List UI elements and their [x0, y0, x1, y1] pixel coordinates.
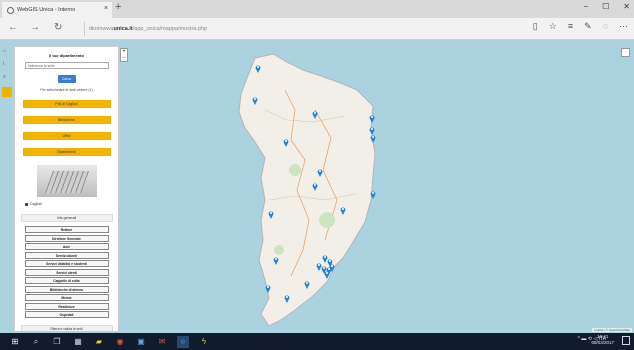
new-tab-button[interactable]: + — [115, 1, 121, 13]
page-favicon-icon — [7, 6, 14, 14]
map-marker[interactable] — [370, 134, 376, 143]
browser-tab[interactable]: WebGIS Unica - Interno × — [2, 2, 112, 18]
more-icon[interactable]: ⋯ — [619, 21, 628, 32]
category-button[interactable]: Uffici — [22, 132, 111, 140]
browser-window: WebGIS Unica - Interno × + − ☐ ✕ ← → ↻ d… — [0, 0, 634, 350]
map-attribution: Leaflet | © OpenStreetMap — [592, 328, 632, 332]
url-host: unica.it — [113, 26, 133, 32]
url-prefix: diorinwwa — [89, 26, 114, 32]
section-header: Info generali — [20, 214, 113, 222]
map-marker[interactable] — [284, 294, 290, 303]
tab-close-icon[interactable]: × — [104, 5, 108, 12]
mail-icon[interactable]: ✉ — [156, 336, 168, 348]
map-marker[interactable] — [304, 280, 310, 289]
reading-view-icon[interactable]: ▯ — [533, 21, 538, 32]
site-photo — [36, 165, 97, 197]
map-marker[interactable] — [265, 284, 271, 293]
store-icon[interactable]: ▣ — [135, 336, 147, 348]
layer-list: Rettore Direttore Generale Aule Servizi … — [15, 226, 118, 318]
navigation-bar: ← → ↻ diorinwwa unica.it/app_unica/mappa/… — [0, 18, 634, 40]
category-button[interactable]: Biblioteche — [22, 116, 111, 124]
search-panel: Il tuo dipartimento Seleziona la sede Ce… — [14, 46, 119, 332]
layer-button[interactable]: Direttore Generale — [24, 234, 109, 242]
start-icon[interactable]: ⊞ — [9, 336, 21, 348]
zoom-out-button[interactable]: − — [121, 55, 127, 61]
forward-button[interactable]: → — [30, 22, 40, 33]
share-icon[interactable]: ◌ — [603, 21, 608, 32]
layer-button[interactable]: Servizi utenti — [24, 268, 109, 276]
list-icon[interactable]: ≡ — [3, 74, 9, 80]
maximize-button[interactable]: ☐ — [602, 2, 609, 11]
map-marker[interactable] — [324, 270, 330, 279]
refresh-button[interactable]: ↻ — [54, 22, 62, 33]
close-window-button[interactable]: ✕ — [623, 2, 630, 11]
layers-toggle-icon[interactable] — [621, 48, 630, 57]
zoom-control: + − — [120, 48, 128, 62]
notes-icon[interactable]: ✎ — [584, 21, 592, 32]
title-bar: WebGIS Unica - Interno × + − ☐ ✕ — [0, 0, 634, 18]
photo-checkbox[interactable]: Cagliari — [25, 202, 118, 206]
panel-footer-button[interactable]: Rileva e valuta le sedi — [20, 325, 113, 331]
layer-button[interactable]: Residenze — [24, 302, 109, 310]
search-panel-icon[interactable] — [2, 87, 12, 97]
home-icon[interactable]: ⌂ — [3, 48, 9, 54]
map-marker[interactable] — [255, 64, 261, 73]
map-marker[interactable] — [317, 168, 323, 177]
info-icon[interactable]: i — [3, 61, 9, 67]
photo-caption: Cagliari — [30, 202, 42, 206]
map-marker[interactable] — [312, 110, 318, 119]
layer-button[interactable]: Cappelle di culto — [24, 277, 109, 284]
clock-date: 08/03/2017 — [591, 340, 614, 345]
taskbar-clock[interactable]: 16:41 08/03/2017 — [591, 334, 614, 346]
map-marker[interactable] — [312, 182, 318, 191]
map-marker[interactable] — [268, 210, 274, 219]
panel-note: Per selezionare le sedi vedere (1) — [40, 88, 93, 92]
layer-button[interactable]: Rettore — [24, 226, 109, 233]
back-button[interactable]: ← — [8, 22, 18, 33]
map-marker[interactable] — [252, 96, 258, 105]
address-bar[interactable]: diorinwwa unica.it/app_unica/mappa/mostra… — [84, 22, 504, 36]
map-marker[interactable] — [340, 206, 346, 215]
map-marker[interactable] — [283, 138, 289, 147]
task-view-icon[interactable]: ❐ — [51, 336, 63, 348]
layer-button[interactable]: Aule — [24, 243, 109, 250]
chrome-icon[interactable]: ◉ — [114, 336, 126, 348]
window-controls: − ☐ ✕ — [583, 2, 630, 11]
hub-icon[interactable]: ≡ — [568, 21, 573, 32]
map-marker[interactable] — [369, 114, 375, 123]
category-button[interactable]: Dipartimenti — [22, 148, 111, 156]
edge-icon[interactable]: e — [177, 335, 189, 348]
map-marker[interactable] — [370, 190, 376, 199]
windows-taskbar: ⊞ ⌕ ❐ ▦ ▰ ◉ ▣ ✉ e ϟ ^ ▬ ⟲ ◁ ITA 16:41 08… — [0, 333, 634, 350]
favorite-star-icon[interactable]: ☆ — [549, 21, 557, 32]
checkbox-icon[interactable] — [25, 202, 28, 206]
search-icon[interactable]: ⌕ — [30, 336, 42, 348]
tab-title: WebGIS Unica - Interno — [17, 7, 76, 13]
layer-button[interactable]: Mense — [24, 294, 109, 301]
search-submit-button[interactable]: Cerca — [57, 75, 76, 83]
sidebar-icon-column: ⌂ i ≡ — [2, 48, 13, 104]
layer-button[interactable]: Servizi alunni — [24, 251, 109, 259]
notification-center-icon[interactable] — [622, 336, 630, 345]
calculator-icon[interactable]: ▦ — [72, 336, 84, 348]
department-select[interactable]: Seleziona la sede — [24, 62, 109, 69]
layer-button[interactable]: Ospedali — [24, 311, 109, 318]
explorer-icon[interactable]: ▰ — [93, 336, 105, 348]
lightning-icon[interactable]: ϟ — [198, 336, 210, 348]
layer-button[interactable]: Servizi didattici e studenti — [24, 260, 109, 267]
layer-button[interactable]: Biblioteche di ateneo — [24, 285, 109, 293]
map-marker[interactable] — [273, 256, 279, 265]
url-path: /app_unica/mappa/mostra.php — [132, 26, 208, 32]
minimize-button[interactable]: − — [583, 2, 588, 11]
category-button[interactable]: Poli di Cagliari — [22, 100, 111, 108]
browser-toolbar: ▯ ☆ ≡ ✎ ◌ ⋯ — [533, 21, 628, 32]
panel-title: Il tuo dipartimento — [49, 53, 84, 58]
